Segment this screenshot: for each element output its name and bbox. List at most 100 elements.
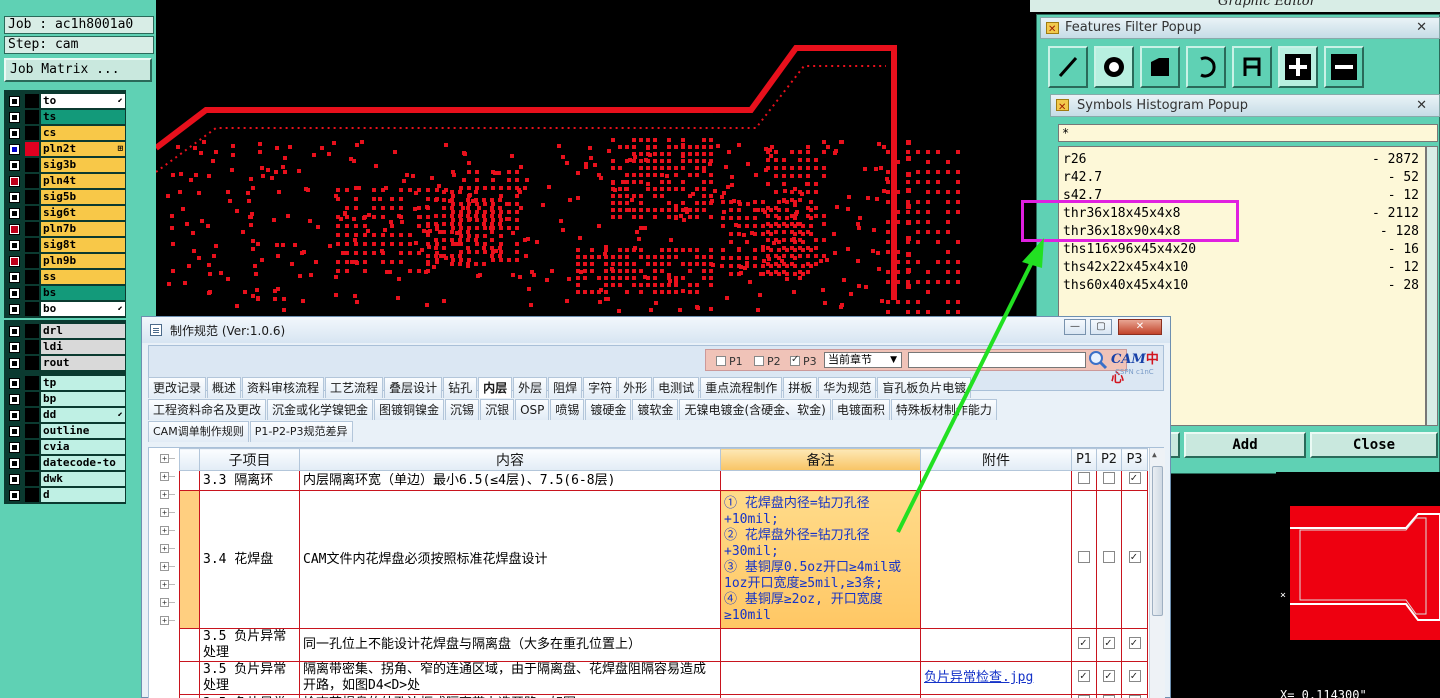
tab[interactable]: 更改记录 bbox=[148, 377, 207, 398]
close-button[interactable]: ✕ bbox=[1118, 319, 1162, 335]
layer-row-sig5b[interactable]: sig5b bbox=[5, 189, 125, 205]
layer-row-pln2t[interactable]: pln2t ⊞ bbox=[5, 141, 125, 157]
positive-polarity-button[interactable] bbox=[1278, 46, 1318, 88]
layer-row-pln9b[interactable]: pln9b bbox=[5, 253, 125, 269]
tree-expand-icon[interactable]: + bbox=[160, 580, 175, 589]
layer-name[interactable]: sig3b bbox=[41, 158, 125, 172]
tab[interactable]: 概述 bbox=[207, 377, 242, 398]
layer-color-swatch[interactable] bbox=[25, 440, 39, 454]
layer-checkbox[interactable] bbox=[9, 378, 20, 389]
p3-header[interactable]: P3 bbox=[1121, 448, 1148, 471]
layer-row-dd[interactable]: dd ⬋ bbox=[5, 407, 125, 423]
layer-color-swatch[interactable] bbox=[25, 456, 39, 470]
layer-checkbox[interactable] bbox=[9, 304, 20, 315]
layer-row-drl[interactable]: drl bbox=[5, 323, 125, 339]
table-row[interactable]: 3.5 负片异常检查花焊盘的外孔边框或隔离带上造开路，如图 bbox=[179, 693, 1148, 698]
layer-checkbox[interactable] bbox=[9, 458, 20, 469]
symbol-row[interactable]: r42.7 - 52 bbox=[1063, 169, 1419, 187]
layer-color-swatch[interactable] bbox=[25, 302, 39, 316]
layer-name[interactable]: sig6t bbox=[41, 206, 125, 220]
p3-filter[interactable]: P3 bbox=[790, 354, 817, 368]
p1-filter[interactable]: P1 bbox=[716, 355, 743, 368]
layer-row-d[interactable]: d bbox=[5, 487, 125, 503]
layer-name[interactable]: sig8t bbox=[41, 238, 125, 252]
tab[interactable]: 无镍电镀金(含硬金、软金) bbox=[679, 399, 831, 420]
layer-name[interactable]: pln4t bbox=[41, 174, 125, 188]
tab[interactable]: 字符 bbox=[583, 377, 618, 398]
table-row[interactable]: 3.3 隔离环 内层隔离环宽（单边）最小6.5(≤4层)、7.5(6-8层) bbox=[179, 470, 1148, 491]
p2-checkbox[interactable] bbox=[1103, 635, 1115, 651]
search-input[interactable] bbox=[908, 352, 1086, 368]
p1-checkbox[interactable] bbox=[1078, 668, 1090, 684]
layer-name[interactable]: dd ⬋ bbox=[41, 408, 125, 422]
symbol-row[interactable]: ths60x40x45x4x10 - 28 bbox=[1063, 277, 1419, 295]
layer-row-sig3b[interactable]: sig3b bbox=[5, 157, 125, 173]
attachment-cell[interactable]: 负片异常检查.jpg bbox=[920, 661, 1072, 695]
layer-row-ts[interactable]: ts bbox=[5, 109, 125, 125]
layer-checkbox[interactable] bbox=[9, 272, 20, 283]
tree-expand-icon[interactable]: + bbox=[160, 490, 175, 499]
layer-name[interactable]: drl bbox=[41, 324, 125, 338]
p3-checkbox[interactable] bbox=[1128, 668, 1141, 684]
layer-row-outline[interactable]: outline bbox=[5, 423, 125, 439]
layer-row-datecode-to[interactable]: datecode-to bbox=[5, 455, 125, 471]
p2-checkbox[interactable] bbox=[1103, 668, 1115, 684]
table-scrollbar[interactable]: ▲ bbox=[1149, 448, 1165, 698]
layer-checkbox[interactable] bbox=[9, 144, 20, 155]
surface-tool-button[interactable] bbox=[1140, 46, 1180, 88]
item-header[interactable]: 子项目 bbox=[199, 448, 300, 471]
layer-name[interactable]: ss bbox=[41, 270, 125, 284]
symbol-list-scrollbar[interactable] bbox=[1426, 146, 1438, 426]
layer-name[interactable]: bs bbox=[41, 286, 125, 300]
layer-color-swatch[interactable] bbox=[25, 142, 39, 156]
layer-color-swatch[interactable] bbox=[25, 206, 39, 220]
tab[interactable]: 外层 bbox=[513, 377, 548, 398]
layer-name[interactable]: ts bbox=[41, 110, 125, 124]
layer-row-pln4t[interactable]: pln4t bbox=[5, 173, 125, 189]
p1-checkbox[interactable] bbox=[1078, 472, 1090, 484]
layer-row-cs[interactable]: cs bbox=[5, 125, 125, 141]
tab[interactable]: 华为规范 bbox=[818, 377, 877, 398]
tab[interactable]: 沉银 bbox=[480, 399, 515, 420]
close-icon[interactable]: ✕ bbox=[1416, 95, 1427, 116]
layer-color-swatch[interactable] bbox=[25, 158, 39, 172]
symbol-row[interactable]: r26 - 2872 bbox=[1063, 151, 1419, 169]
tab[interactable]: 内层 bbox=[478, 377, 513, 398]
layer-row-to[interactable]: to ⬋ bbox=[5, 93, 125, 109]
layer-color-swatch[interactable] bbox=[25, 110, 39, 124]
layer-color-swatch[interactable] bbox=[25, 174, 39, 188]
layer-color-swatch[interactable] bbox=[25, 254, 39, 268]
layer-row-bo[interactable]: bo ⬋ bbox=[5, 301, 125, 317]
layer-checkbox[interactable] bbox=[9, 208, 20, 219]
symbol-row[interactable]: ths42x22x45x4x10 - 12 bbox=[1063, 259, 1419, 277]
p1-checkbox[interactable] bbox=[1078, 551, 1090, 563]
p1-header[interactable]: P1 bbox=[1071, 448, 1097, 471]
layer-checkbox[interactable] bbox=[9, 358, 20, 369]
layer-color-swatch[interactable] bbox=[25, 356, 39, 370]
layer-row-rout[interactable]: rout bbox=[5, 355, 125, 371]
layer-checkbox[interactable] bbox=[9, 410, 20, 421]
chapter-select[interactable]: 当前章节 ▼ bbox=[824, 352, 902, 368]
p2-header[interactable]: P2 bbox=[1096, 448, 1122, 471]
layer-name[interactable]: ldi bbox=[41, 340, 125, 354]
layer-checkbox[interactable] bbox=[9, 288, 20, 299]
tree-expand-icon[interactable]: + bbox=[160, 616, 175, 625]
tab[interactable]: 资料审核流程 bbox=[242, 377, 325, 398]
layer-checkbox[interactable] bbox=[9, 112, 20, 123]
content-header[interactable]: 内容 bbox=[299, 448, 721, 471]
layer-color-swatch[interactable] bbox=[25, 408, 39, 422]
tab[interactable]: 外形 bbox=[618, 377, 653, 398]
layer-color-swatch[interactable] bbox=[25, 472, 39, 486]
tab[interactable]: 拼板 bbox=[783, 377, 818, 398]
maximize-button[interactable]: ▢ bbox=[1090, 319, 1112, 335]
layer-checkbox[interactable] bbox=[9, 342, 20, 353]
tab[interactable]: 图镀铜镍金 bbox=[374, 399, 445, 420]
layer-name[interactable]: cs bbox=[41, 126, 125, 140]
layer-checkbox[interactable] bbox=[9, 474, 20, 485]
layer-row-sig6t[interactable]: sig6t bbox=[5, 205, 125, 221]
job-matrix-button[interactable]: Job Matrix ... bbox=[4, 58, 152, 82]
p2-checkbox[interactable] bbox=[1103, 472, 1115, 484]
layer-checkbox[interactable] bbox=[9, 256, 20, 267]
layer-checkbox[interactable] bbox=[9, 394, 20, 405]
table-row[interactable]: 3.4 花焊盘 CAM文件内花焊盘必须按照标准花焊盘设计 ① 花焊盘内径=钻刀孔径+… bbox=[179, 490, 1148, 629]
